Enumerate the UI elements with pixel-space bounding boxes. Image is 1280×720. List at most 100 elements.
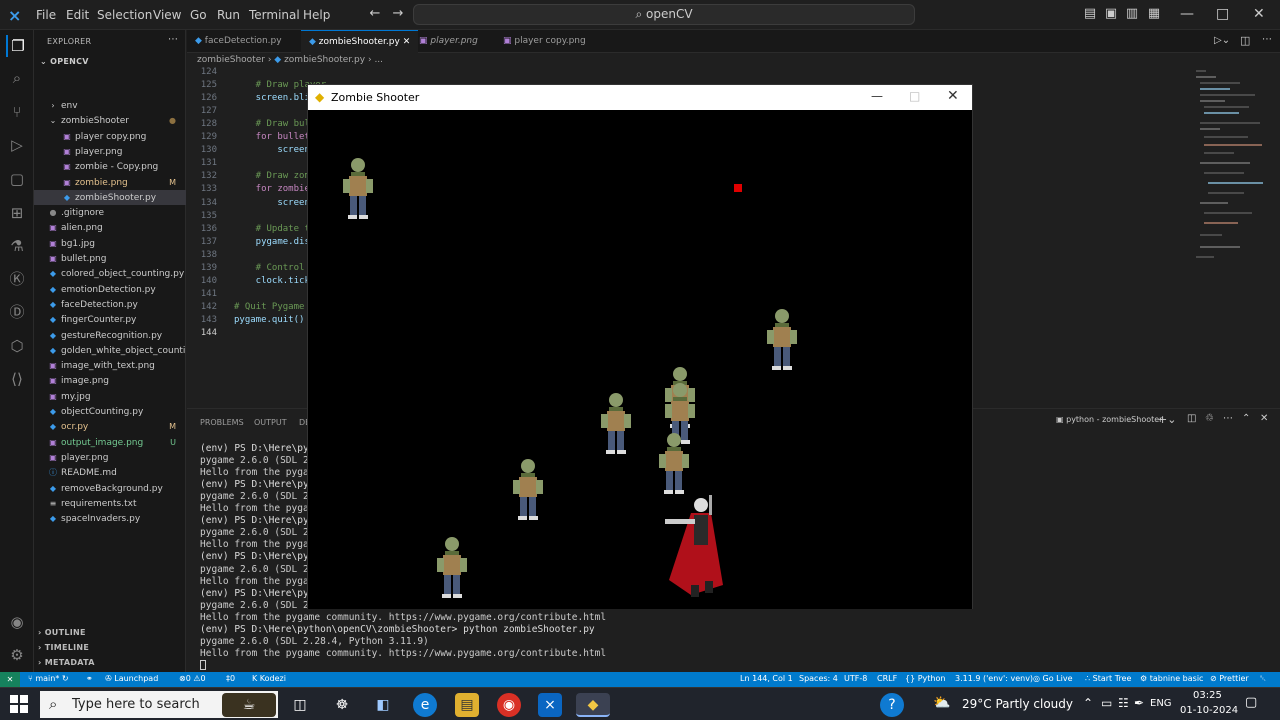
file-tree-item[interactable]: › env	[34, 98, 186, 113]
split-editor-icon[interactable]: ◫	[1240, 34, 1250, 47]
kodezi-icon[interactable]: Ⓚ	[6, 268, 28, 290]
vscode-taskbar-icon[interactable]: ⨯	[538, 693, 562, 717]
encoding[interactable]: UTF-8	[844, 674, 867, 683]
search-icon[interactable]: ⌕	[6, 67, 28, 89]
network-icon[interactable]: ☷	[1118, 696, 1129, 710]
split-terminal-icon[interactable]: ◫	[1187, 413, 1196, 424]
pen-icon[interactable]: ✒	[1134, 696, 1144, 710]
cursor-position[interactable]: Ln 144, Col 1	[740, 674, 793, 683]
new-terminal-icon[interactable]: +⌄	[1158, 413, 1176, 426]
remote-explorer-icon[interactable]: ▢	[6, 168, 28, 190]
toggle-sidebar-icon[interactable]: ▤	[1082, 6, 1098, 22]
gitlens-icon[interactable]: ⬡	[6, 335, 28, 357]
launchpad-button[interactable]: ✇ Launchpad	[105, 674, 158, 683]
toggle-secondary-sidebar-icon[interactable]: ▥	[1124, 6, 1140, 22]
tab-player-png[interactable]: ▣ player.png	[411, 30, 486, 53]
chrome-browser-icon[interactable]: ◉	[497, 693, 521, 717]
tab-player-copy-png[interactable]: ▣ player copy.png	[495, 30, 594, 53]
close-tab-icon[interactable]: ✕	[403, 37, 411, 47]
line-ending[interactable]: CRLF	[877, 674, 897, 683]
terminal-instance[interactable]: ▣ python - zombieShooter	[1056, 415, 1162, 424]
help-icon[interactable]: ?	[880, 693, 904, 717]
accounts-icon[interactable]: ◉	[6, 611, 28, 633]
menu-selection[interactable]: Selection	[97, 8, 152, 22]
python-interpreter[interactable]: 3.11.9 ('env': venv)	[955, 674, 1033, 683]
file-tree-item[interactable]: ◆ fingerCounter.py	[34, 312, 186, 327]
maximize-panel-icon[interactable]: ⌃	[1242, 413, 1250, 424]
timeline-section[interactable]: › TIMELINE	[38, 643, 89, 652]
chevron-up-icon[interactable]: ⌃	[1083, 696, 1093, 710]
indentation[interactable]: Spaces: 4	[799, 674, 838, 683]
more-actions-icon[interactable]: ⋯	[168, 34, 178, 45]
battery-icon[interactable]: ▭	[1101, 696, 1112, 710]
maximize-window-icon[interactable]: □	[1216, 6, 1229, 22]
file-tree-item[interactable]: ◆ removeBackground.py	[34, 481, 186, 496]
back-arrow-icon[interactable]: ←	[367, 6, 383, 22]
search-highlight-icon[interactable]: ☕	[222, 693, 276, 717]
tabnine-status[interactable]: ⚙ tabnine basic	[1140, 674, 1203, 683]
metadata-section[interactable]: › METADATA	[38, 658, 95, 667]
menu-help[interactable]: Help	[303, 8, 330, 22]
menu-view[interactable]: View	[153, 8, 181, 22]
toggle-panel-icon[interactable]: ▣	[1103, 6, 1119, 22]
start-tree-button[interactable]: ∴ Start Tree	[1085, 674, 1131, 683]
file-explorer-icon[interactable]: ▤	[455, 693, 479, 717]
language-mode[interactable]: {} Python	[905, 674, 945, 683]
panel-more-icon[interactable]: ⋯	[1223, 413, 1233, 424]
file-tree-item[interactable]: ◆ emotionDetection.py	[34, 282, 186, 297]
menu-terminal[interactable]: Terminal	[249, 8, 300, 22]
game-close-icon[interactable]: ✕	[947, 88, 959, 104]
windows-start-icon[interactable]	[10, 695, 28, 713]
breadcrumb-symbol[interactable]: ...	[374, 55, 383, 65]
docker-icon[interactable]: Ⓓ	[6, 301, 28, 323]
explorer-icon[interactable]: ❐	[6, 35, 28, 57]
game-maximize-icon[interactable]: □	[909, 89, 920, 103]
file-tree-item[interactable]: ▣ player.png	[34, 144, 186, 159]
close-window-icon[interactable]: ✕	[1253, 6, 1265, 22]
file-tree-item[interactable]: ▣ image.png	[34, 373, 186, 388]
forward-arrow-icon[interactable]: →	[390, 6, 406, 22]
settings-gear-icon[interactable]: ⚙	[6, 644, 28, 666]
remote-indicator-icon[interactable]: ✕	[0, 672, 20, 687]
game-canvas[interactable]	[308, 110, 972, 609]
notification-center-icon[interactable]: ▢	[1245, 695, 1257, 710]
tab-facedetection[interactable]: ◆ faceDetection.py	[187, 30, 290, 53]
file-tree-item[interactable]: ◆ faceDetection.py	[34, 297, 186, 312]
menu-run[interactable]: Run	[217, 8, 240, 22]
file-tree-item[interactable]: ▣ bullet.png	[34, 251, 186, 266]
language-indicator[interactable]: ENG	[1150, 698, 1172, 709]
app-icon[interactable]: ◧	[371, 693, 395, 717]
run-file-icon[interactable]: ▷⌄	[1214, 35, 1230, 46]
customize-layout-icon[interactable]: ▦	[1146, 6, 1162, 22]
prettier-status[interactable]: ⊘ Prettier	[1210, 674, 1249, 683]
extensions-icon[interactable]: ⊞	[6, 202, 28, 224]
file-tree-item[interactable]: ▣ zombie - Copy.png	[34, 159, 186, 174]
task-view-icon[interactable]: ◫	[288, 693, 312, 717]
file-tree-item[interactable]: ◆ gestureRecognition.py	[34, 328, 186, 343]
menu-edit[interactable]: Edit	[66, 8, 89, 22]
branch-indicator[interactable]: ⑂ main* ↻	[28, 674, 69, 683]
go-live-button[interactable]: ◎ Go Live	[1033, 674, 1073, 683]
file-tree-item[interactable]: ▣ alien.png	[34, 220, 186, 235]
file-tree-item[interactable]: ≡ requirements.txt	[34, 496, 186, 511]
close-panel-icon[interactable]: ✕	[1260, 413, 1268, 424]
app-icon[interactable]: ☸	[330, 693, 354, 717]
menu-file[interactable]: File	[36, 8, 56, 22]
source-control-icon[interactable]: ⑂	[6, 101, 28, 123]
command-center-search[interactable]: ⌕ openCV	[413, 4, 915, 25]
testing-icon[interactable]: ⚗	[6, 235, 28, 257]
file-tree-item[interactable]: ◆ golden_white_object_counting...	[34, 343, 186, 358]
editor-more-icon[interactable]: ⋯	[1262, 34, 1272, 45]
tab-zombieshooter[interactable]: ◆ zombieShooter.py ✕	[301, 30, 419, 53]
problems-indicator[interactable]: ⊗0 ⚠0	[179, 674, 206, 683]
breadcrumb-folder[interactable]: zombieShooter	[197, 55, 265, 65]
file-tree-item[interactable]: ▣ player.png	[34, 450, 186, 465]
edge-browser-icon[interactable]: e	[413, 693, 437, 717]
notifications-bell-icon[interactable]: ␇	[1260, 674, 1266, 684]
file-tree-item[interactable]: ◆ spaceInvaders.py	[34, 511, 186, 526]
minimize-window-icon[interactable]: —	[1180, 6, 1194, 22]
file-tree-item[interactable]: ◆ colored_object_counting.py	[34, 266, 186, 281]
ports-indicator[interactable]: ‡0	[226, 674, 235, 683]
file-tree-item[interactable]: ▣ zombie.png M	[34, 175, 186, 190]
run-debug-icon[interactable]: ▷	[6, 134, 28, 156]
